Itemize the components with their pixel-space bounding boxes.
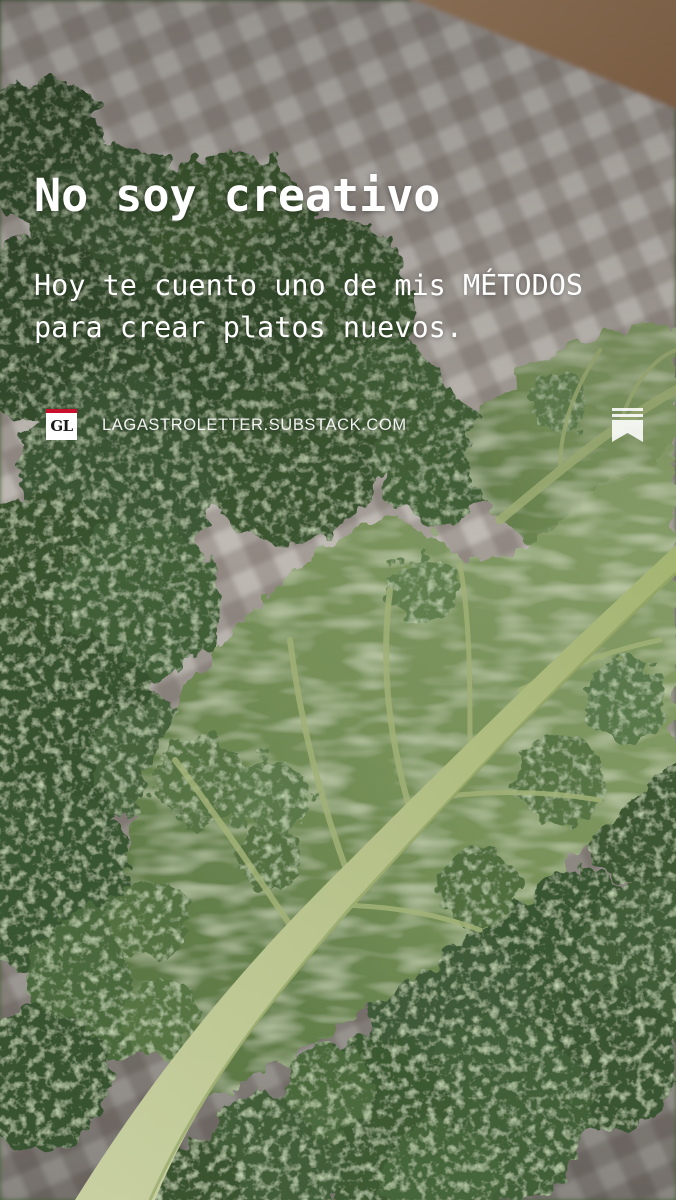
logo-text: GL: [50, 417, 73, 435]
post-subtitle: Hoy te cuento uno de mis MÉTODOS para cr…: [34, 269, 584, 344]
bookmark-icon[interactable]: [612, 408, 643, 442]
post-title: No soy creativo: [34, 169, 441, 222]
publication-row: GL LAGASTROLETTER.SUBSTACK.COM: [46, 408, 466, 442]
publication-url-link[interactable]: LAGASTROLETTER.SUBSTACK.COM: [102, 415, 407, 435]
story-card: No soy creativo Hoy te cuento uno de mis…: [0, 0, 676, 1200]
publication-logo-icon: GL: [46, 409, 77, 440]
